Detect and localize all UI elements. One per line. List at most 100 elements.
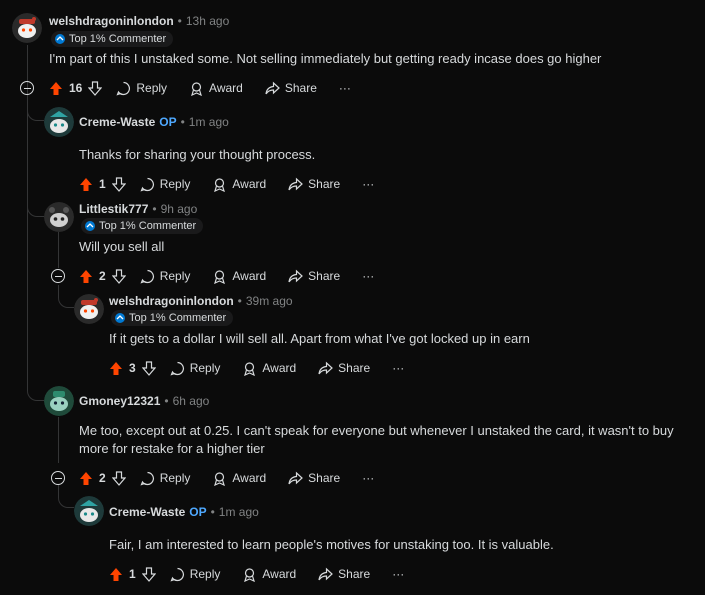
- timestamp[interactable]: 1m ago: [219, 505, 259, 519]
- reply-button[interactable]: Reply: [116, 81, 167, 96]
- reply-button[interactable]: Reply: [140, 471, 190, 486]
- vote-count: 2: [99, 269, 106, 283]
- reply-icon: [140, 471, 154, 485]
- share-icon: [318, 361, 334, 374]
- vote-control: 3: [109, 360, 156, 376]
- award-icon: [244, 361, 256, 376]
- vote-count: 2: [99, 471, 106, 485]
- downvote-icon[interactable]: [111, 268, 126, 284]
- downvote-icon[interactable]: [141, 566, 156, 582]
- timestamp[interactable]: 1m ago: [189, 115, 229, 129]
- award-button[interactable]: Award: [189, 81, 243, 96]
- share-button[interactable]: Share: [265, 81, 317, 96]
- avatar[interactable]: [12, 13, 42, 43]
- commenter-badge-icon: [85, 221, 95, 231]
- more-options-icon[interactable]: ···: [392, 361, 404, 375]
- reply-icon: [140, 177, 154, 191]
- thread-elbow: [27, 194, 44, 217]
- award-button[interactable]: Award: [242, 361, 296, 376]
- reply-button[interactable]: Reply: [140, 177, 190, 192]
- timestamp[interactable]: 9h ago: [161, 202, 198, 216]
- commenter-badge-icon: [115, 313, 125, 323]
- upvote-icon[interactable]: [109, 361, 123, 376]
- comment-text-line-2: more for restake for a higher tier: [79, 441, 265, 456]
- thread-line: [58, 232, 59, 268]
- snoo-avatar-icon: [44, 202, 74, 232]
- more-options-icon[interactable]: ···: [339, 81, 351, 95]
- award-button[interactable]: Award: [212, 177, 266, 192]
- username[interactable]: Littlestik777: [79, 202, 148, 216]
- vote-control: 1: [79, 176, 126, 192]
- collapse-thread-icon[interactable]: [51, 471, 65, 485]
- timestamp[interactable]: 13h ago: [186, 14, 229, 28]
- downvote-icon[interactable]: [111, 176, 126, 192]
- username[interactable]: welshdragoninlondon: [109, 294, 234, 308]
- reply-button[interactable]: Reply: [170, 567, 220, 582]
- thread-line: [58, 417, 59, 463]
- upvote-icon[interactable]: [49, 81, 63, 96]
- comment-actions: 2 Reply Award Share ···: [79, 467, 396, 489]
- upvote-icon[interactable]: [79, 471, 93, 486]
- award-button[interactable]: Award: [212, 269, 266, 284]
- share-button[interactable]: Share: [288, 471, 340, 486]
- commenter-badge-icon: [55, 34, 65, 44]
- award-icon: [214, 269, 226, 284]
- comment-text-line-1: Me too, except out at 0.25. I can't spea…: [79, 423, 674, 438]
- comment-header: Creme-Waste OP • 1m ago: [109, 505, 259, 519]
- award-icon: [191, 81, 202, 96]
- reply-button[interactable]: Reply: [140, 269, 190, 284]
- comment-text: Thanks for sharing your thought process.: [79, 147, 316, 162]
- upvote-icon[interactable]: [109, 567, 123, 582]
- comment-text: I'm part of this I unstaked some. Not se…: [49, 51, 602, 66]
- avatar[interactable]: [44, 386, 74, 416]
- avatar[interactable]: [44, 107, 74, 137]
- comment-text: Will you sell all: [79, 239, 165, 254]
- award-icon: [244, 567, 256, 582]
- username[interactable]: Creme-Waste: [79, 115, 155, 129]
- snoo-avatar-icon: [12, 13, 42, 43]
- op-badge: OP: [159, 115, 177, 129]
- collapse-thread-icon[interactable]: [51, 269, 65, 283]
- comment-header: welshdragoninlondon • 13h ago: [49, 14, 230, 28]
- avatar[interactable]: [74, 496, 104, 526]
- share-icon: [288, 471, 304, 484]
- downvote-icon[interactable]: [88, 80, 103, 96]
- upvote-icon[interactable]: [79, 269, 93, 284]
- thread-elbow: [58, 485, 74, 508]
- avatar[interactable]: [44, 202, 74, 232]
- comment-text: Fair, I am interested to learn people's …: [109, 537, 554, 552]
- share-button[interactable]: Share: [318, 567, 370, 582]
- vote-count: 1: [99, 177, 106, 191]
- downvote-icon[interactable]: [111, 470, 126, 486]
- more-options-icon[interactable]: ···: [362, 177, 374, 191]
- award-button[interactable]: Award: [212, 471, 266, 486]
- share-button[interactable]: Share: [318, 361, 370, 376]
- vote-control: 2: [79, 470, 126, 486]
- more-options-icon[interactable]: ···: [392, 567, 404, 581]
- more-options-icon[interactable]: ···: [362, 471, 374, 485]
- share-icon: [288, 269, 304, 282]
- collapse-thread-icon[interactable]: [20, 81, 34, 95]
- vote-control: 2: [79, 268, 126, 284]
- comment-actions: 1 Reply Award Share ···: [109, 563, 426, 585]
- username[interactable]: Creme-Waste: [109, 505, 185, 519]
- downvote-icon[interactable]: [141, 360, 156, 376]
- avatar[interactable]: [74, 294, 104, 324]
- thread-elbow: [27, 98, 44, 121]
- op-badge: OP: [189, 505, 207, 519]
- share-icon: [318, 567, 334, 580]
- comment-actions: 1 Reply Award Share ···: [79, 173, 396, 195]
- vote-control: 1: [109, 566, 156, 582]
- snoo-avatar-icon: [74, 294, 104, 324]
- username[interactable]: welshdragoninlondon: [49, 14, 174, 28]
- award-button[interactable]: Award: [242, 567, 296, 582]
- share-button[interactable]: Share: [288, 177, 340, 192]
- timestamp[interactable]: 39m ago: [246, 294, 293, 308]
- upvote-icon[interactable]: [79, 177, 93, 192]
- share-button[interactable]: Share: [288, 269, 340, 284]
- thread-line: [27, 45, 28, 385]
- username[interactable]: Gmoney12321: [79, 394, 160, 408]
- timestamp[interactable]: 6h ago: [173, 394, 210, 408]
- reply-button[interactable]: Reply: [170, 361, 220, 376]
- more-options-icon[interactable]: ···: [362, 269, 374, 283]
